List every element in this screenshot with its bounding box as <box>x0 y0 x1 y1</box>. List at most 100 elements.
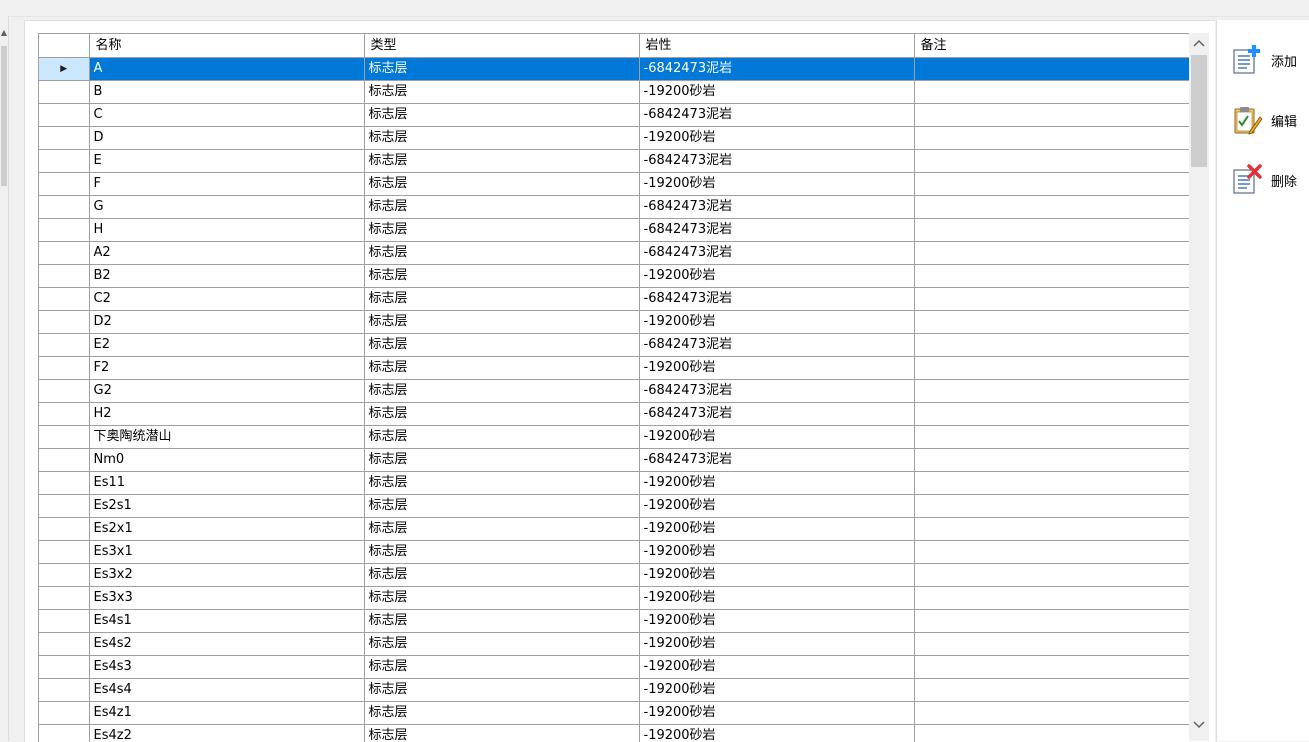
cell-lithology[interactable]: -19200砂岩 <box>639 311 914 334</box>
cell-name[interactable]: Es3x3 <box>89 587 364 610</box>
table-row[interactable]: H2标志层-6842473泥岩 <box>39 403 1189 426</box>
table-row[interactable]: Es4s1标志层-19200砂岩 <box>39 610 1189 633</box>
cell-note[interactable] <box>914 541 1189 564</box>
row-header-cell[interactable] <box>39 242 89 265</box>
table-row[interactable]: C标志层-6842473泥岩 <box>39 104 1189 127</box>
scroll-up-arrow-icon[interactable]: ▲ <box>0 28 8 38</box>
cell-note[interactable] <box>914 288 1189 311</box>
row-header-cell[interactable] <box>39 472 89 495</box>
cell-name[interactable]: 下奥陶统潜山 <box>89 426 364 449</box>
cell-note[interactable] <box>914 104 1189 127</box>
cell-type[interactable]: 标志层 <box>364 587 639 610</box>
cell-note[interactable] <box>914 196 1189 219</box>
cell-name[interactable]: C2 <box>89 288 364 311</box>
cell-lithology[interactable]: -19200砂岩 <box>639 357 914 380</box>
cell-type[interactable]: 标志层 <box>364 311 639 334</box>
column-header-type[interactable]: 类型 <box>364 34 639 58</box>
table-row[interactable]: ▶A标志层-6842473泥岩 <box>39 58 1189 81</box>
row-header-cell[interactable] <box>39 265 89 288</box>
table-row[interactable]: Nm0标志层-6842473泥岩 <box>39 449 1189 472</box>
cell-note[interactable] <box>914 587 1189 610</box>
row-header-cell[interactable] <box>39 679 89 702</box>
cell-name[interactable]: H <box>89 219 364 242</box>
cell-lithology[interactable]: -19200砂岩 <box>639 587 914 610</box>
cell-type[interactable]: 标志层 <box>364 265 639 288</box>
cell-lithology[interactable]: -6842473泥岩 <box>639 104 914 127</box>
table-row[interactable]: C2标志层-6842473泥岩 <box>39 288 1189 311</box>
row-header-cell[interactable] <box>39 288 89 311</box>
cell-type[interactable]: 标志层 <box>364 58 639 81</box>
cell-note[interactable] <box>914 311 1189 334</box>
row-header-cell[interactable] <box>39 541 89 564</box>
cell-name[interactable]: Es2s1 <box>89 495 364 518</box>
cell-lithology[interactable]: -6842473泥岩 <box>639 449 914 472</box>
table-row[interactable]: 下奥陶统潜山标志层-19200砂岩 <box>39 426 1189 449</box>
cell-note[interactable] <box>914 518 1189 541</box>
row-header-cell[interactable] <box>39 633 89 656</box>
table-row[interactable]: Es4s4标志层-19200砂岩 <box>39 679 1189 702</box>
cell-type[interactable]: 标志层 <box>364 150 639 173</box>
cell-type[interactable]: 标志层 <box>364 610 639 633</box>
row-header-cell[interactable] <box>39 426 89 449</box>
cell-type[interactable]: 标志层 <box>364 242 639 265</box>
cell-lithology[interactable]: -19200砂岩 <box>639 472 914 495</box>
cell-type[interactable]: 标志层 <box>364 403 639 426</box>
cell-name[interactable]: D <box>89 127 364 150</box>
row-header-cell[interactable] <box>39 196 89 219</box>
row-header-cell[interactable] <box>39 334 89 357</box>
column-header-note[interactable]: 备注 <box>914 34 1189 58</box>
cell-lithology[interactable]: -19200砂岩 <box>639 81 914 104</box>
left-scroll-thumb[interactable] <box>1 46 7 186</box>
cell-name[interactable]: G2 <box>89 380 364 403</box>
cell-name[interactable]: Es4s4 <box>89 679 364 702</box>
cell-type[interactable]: 标志层 <box>364 679 639 702</box>
cell-lithology[interactable]: -6842473泥岩 <box>639 288 914 311</box>
cell-type[interactable]: 标志层 <box>364 633 639 656</box>
column-header-lithology[interactable]: 岩性 <box>639 34 914 58</box>
row-header-cell[interactable] <box>39 702 89 725</box>
cell-type[interactable]: 标志层 <box>364 357 639 380</box>
table-row[interactable]: E2标志层-6842473泥岩 <box>39 334 1189 357</box>
cell-lithology[interactable]: -19200砂岩 <box>639 725 914 742</box>
cell-note[interactable] <box>914 449 1189 472</box>
cell-name[interactable]: A2 <box>89 242 364 265</box>
cell-type[interactable]: 标志层 <box>364 81 639 104</box>
cell-note[interactable] <box>914 426 1189 449</box>
cell-lithology[interactable]: -6842473泥岩 <box>639 242 914 265</box>
row-header-cell[interactable] <box>39 380 89 403</box>
table-row[interactable]: Es4s2标志层-19200砂岩 <box>39 633 1189 656</box>
cell-type[interactable]: 标志层 <box>364 380 639 403</box>
cell-name[interactable]: Es3x2 <box>89 564 364 587</box>
cell-type[interactable]: 标志层 <box>364 104 639 127</box>
cell-note[interactable] <box>914 242 1189 265</box>
cell-note[interactable] <box>914 127 1189 150</box>
cell-name[interactable]: B <box>89 81 364 104</box>
row-header-cell[interactable] <box>39 564 89 587</box>
cell-type[interactable]: 标志层 <box>364 495 639 518</box>
cell-name[interactable]: F <box>89 173 364 196</box>
table-row[interactable]: G标志层-6842473泥岩 <box>39 196 1189 219</box>
cell-name[interactable]: Es4z1 <box>89 702 364 725</box>
table-row[interactable]: Es3x2标志层-19200砂岩 <box>39 564 1189 587</box>
cell-lithology[interactable]: -19200砂岩 <box>639 426 914 449</box>
table-row[interactable]: D2标志层-19200砂岩 <box>39 311 1189 334</box>
cell-note[interactable] <box>914 610 1189 633</box>
cell-lithology[interactable]: -19200砂岩 <box>639 541 914 564</box>
cell-lithology[interactable]: -6842473泥岩 <box>639 150 914 173</box>
row-header-cell[interactable] <box>39 173 89 196</box>
cell-name[interactable]: F2 <box>89 357 364 380</box>
row-header-cell[interactable] <box>39 449 89 472</box>
cell-note[interactable] <box>914 495 1189 518</box>
cell-name[interactable]: Es2x1 <box>89 518 364 541</box>
table-row[interactable]: G2标志层-6842473泥岩 <box>39 380 1189 403</box>
cell-type[interactable]: 标志层 <box>364 656 639 679</box>
cell-note[interactable] <box>914 219 1189 242</box>
cell-lithology[interactable]: -6842473泥岩 <box>639 380 914 403</box>
row-header-cell[interactable] <box>39 495 89 518</box>
cell-lithology[interactable]: -19200砂岩 <box>639 610 914 633</box>
cell-type[interactable]: 标志层 <box>364 219 639 242</box>
cell-type[interactable]: 标志层 <box>364 472 639 495</box>
row-header-cell[interactable] <box>39 587 89 610</box>
cell-name[interactable]: Es4s3 <box>89 656 364 679</box>
cell-name[interactable]: Nm0 <box>89 449 364 472</box>
